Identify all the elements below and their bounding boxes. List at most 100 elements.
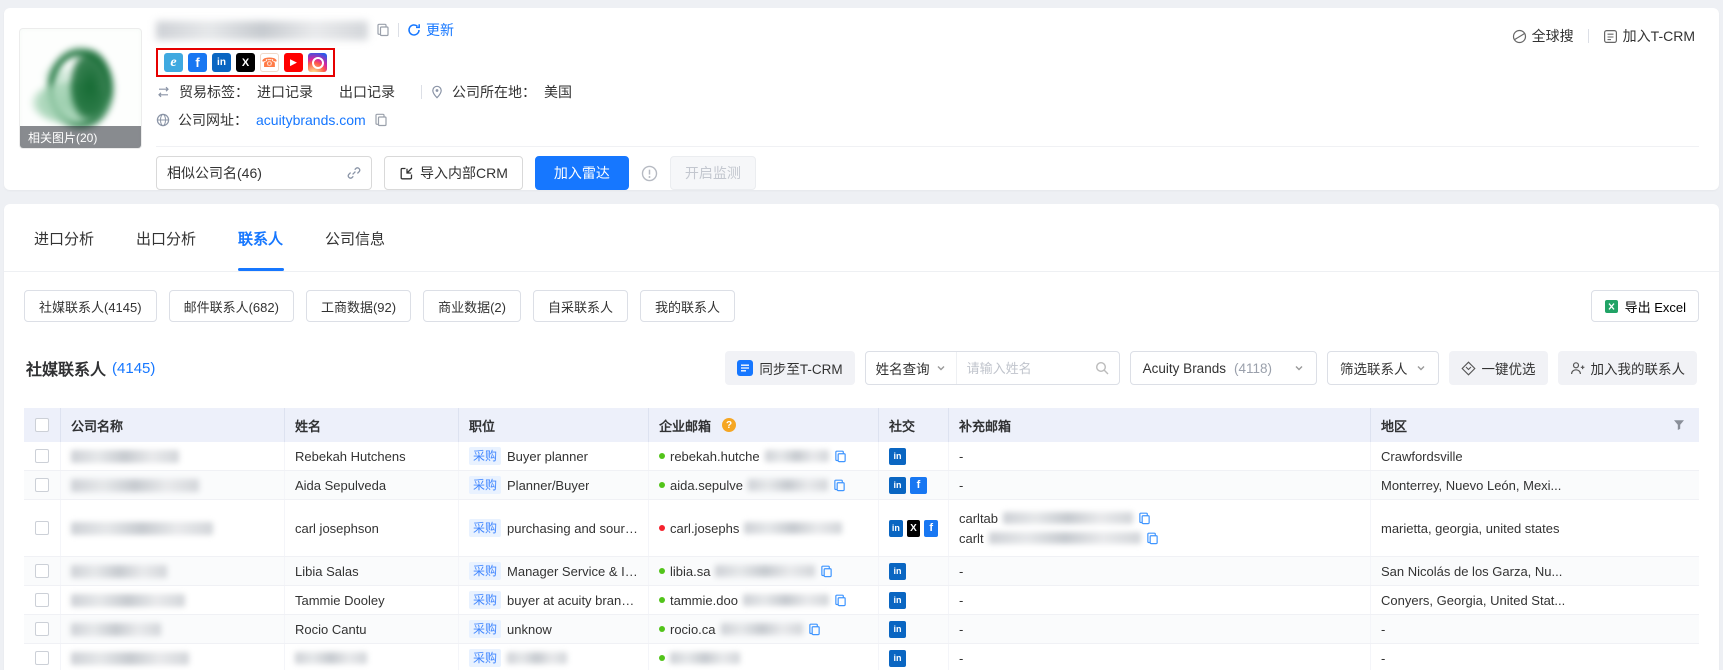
trade-exchange-icon <box>156 86 171 98</box>
row-checkbox[interactable] <box>35 449 49 463</box>
position-title: unknow <box>507 622 552 637</box>
social-links-highlight-box: efin X ☎ ▶ <box>156 48 335 77</box>
company-name-redacted <box>71 652 189 665</box>
column-company: 公司名称 <box>61 408 285 442</box>
subtab-5[interactable]: 我的联系人 <box>640 290 735 322</box>
extra-email-empty: - <box>959 622 963 637</box>
copy-icon[interactable] <box>1146 532 1159 545</box>
sync-tcrm-button[interactable]: 同步至T-CRM <box>725 351 854 385</box>
row-checkbox[interactable] <box>35 478 49 492</box>
update-button[interactable]: 更新 <box>407 20 454 40</box>
search-input[interactable] <box>957 352 1095 384</box>
tab-1[interactable]: 出口分析 <box>136 228 196 271</box>
copy-icon[interactable] <box>1138 512 1151 525</box>
contact-name: Aida Sepulveda <box>295 478 386 493</box>
instagram-icon[interactable] <box>308 53 327 72</box>
region-text: marietta, georgia, united states <box>1381 521 1560 536</box>
trade-tag-export[interactable]: 出口记录 <box>339 82 395 102</box>
subtab-4[interactable]: 自采联系人 <box>533 290 628 322</box>
contacts-panel: 进口分析出口分析联系人公司信息 社媒联系人(4145) 邮件联系人(682) 工商数… <box>4 204 1719 670</box>
facebook-icon[interactable]: f <box>188 53 207 72</box>
facebook-icon[interactable]: f <box>910 477 927 494</box>
linkedin-icon[interactable]: in <box>889 477 906 494</box>
help-icon[interactable]: ? <box>722 418 736 432</box>
email-status-dot <box>659 597 665 603</box>
import-crm-button[interactable]: 导入内部CRM <box>384 156 523 190</box>
company-actions: 相似公司名(46) 导入内部CRM 加入雷达 开启监测 <box>156 156 756 190</box>
subtab-3[interactable]: 商业数据(2) <box>423 290 521 322</box>
trade-tag-import[interactable]: 进口记录 <box>257 82 313 102</box>
row-checkbox[interactable] <box>35 593 49 607</box>
join-tcrm-link[interactable]: 加入T-CRM <box>1603 26 1695 46</box>
tab-3[interactable]: 公司信息 <box>325 228 385 271</box>
subtab-1[interactable]: 邮件联系人(682) <box>169 290 294 322</box>
x-icon[interactable]: X <box>907 520 921 537</box>
tab-0[interactable]: 进口分析 <box>34 228 94 271</box>
optimize-icon <box>1461 361 1476 376</box>
main-tabs: 进口分析出口分析联系人公司信息 <box>4 204 1719 272</box>
email-status-dot <box>659 626 665 632</box>
section-title: 社媒联系人 <box>26 356 106 380</box>
filter-contacts-select[interactable]: 筛选联系人 <box>1327 351 1439 385</box>
add-my-contacts-button[interactable]: 加入我的联系人 <box>1558 351 1698 385</box>
globe-icon <box>156 113 170 127</box>
youtube-icon[interactable]: ▶ <box>284 53 303 72</box>
website-link[interactable]: acuitybrands.com <box>256 112 366 128</box>
email-redacted <box>670 652 740 664</box>
phone-icon[interactable]: ☎ <box>260 53 279 72</box>
internet-explorer-icon[interactable]: e <box>164 53 183 72</box>
one-click-optimize-button[interactable]: 一键优选 <box>1449 351 1548 385</box>
facebook-icon[interactable]: f <box>924 520 938 537</box>
similar-company-select[interactable]: 相似公司名(46) <box>156 156 372 190</box>
row-checkbox[interactable] <box>35 521 49 535</box>
search-icon[interactable] <box>1095 352 1119 384</box>
contact-name: Rocio Cantu <box>295 622 367 637</box>
table-row: Aida Sepulveda采购Planner/Buyeraida.sepulv… <box>24 471 1699 500</box>
copy-icon[interactable] <box>820 565 833 578</box>
company-logo[interactable]: 相关图片(20) <box>19 28 142 149</box>
copy-icon[interactable] <box>834 594 847 607</box>
extra-email-empty: - <box>959 478 963 493</box>
row-checkbox[interactable] <box>35 564 49 578</box>
export-excel-button[interactable]: 导出 Excel <box>1591 290 1699 322</box>
copy-icon[interactable] <box>834 450 847 463</box>
refresh-icon <box>407 23 421 37</box>
x-twitter-icon[interactable]: X <box>236 53 255 72</box>
company-name-redacted <box>71 594 185 607</box>
global-search-link[interactable]: 全球搜 <box>1512 26 1574 46</box>
copy-icon[interactable] <box>833 479 846 492</box>
copy-icon[interactable] <box>808 623 821 636</box>
global-search-icon <box>1512 29 1527 44</box>
tcrm-icon <box>1603 29 1618 44</box>
linkedin-icon[interactable]: in <box>889 563 906 580</box>
start-monitor-button[interactable]: 开启监测 <box>670 156 756 190</box>
trade-label: 贸易标签： <box>179 82 249 102</box>
tab-2[interactable]: 联系人 <box>238 228 283 271</box>
linkedin-icon[interactable]: in <box>889 592 906 609</box>
query-type-select[interactable]: 姓名查询 <box>866 352 957 384</box>
row-checkbox[interactable] <box>35 651 49 665</box>
linkedin-icon[interactable]: in <box>889 520 903 537</box>
region-text: San Nicolás de los Garza, Nu... <box>1381 564 1562 579</box>
linkedin-icon[interactable]: in <box>212 53 231 72</box>
row-checkbox[interactable] <box>35 622 49 636</box>
info-icon[interactable] <box>641 165 658 182</box>
linkedin-icon[interactable]: in <box>889 650 906 667</box>
position-badge: 采购 <box>469 591 501 609</box>
company-name-redacted <box>71 479 199 492</box>
email-prefix: rebekah.hutche <box>670 449 760 464</box>
add-radar-button[interactable]: 加入雷达 <box>535 156 629 190</box>
linkedin-icon[interactable]: in <box>889 448 906 465</box>
select-all-checkbox[interactable] <box>35 418 49 432</box>
subtab-0[interactable]: 社媒联系人(4145) <box>24 290 157 322</box>
company-filter-select[interactable]: Acuity Brands (4118) <box>1130 351 1317 385</box>
email-redacted <box>715 565 815 577</box>
copy-icon[interactable] <box>376 23 390 37</box>
copy-icon[interactable] <box>374 113 388 127</box>
extra-email-redacted <box>989 532 1141 544</box>
subtab-2[interactable]: 工商数据(92) <box>306 290 411 322</box>
filter-funnel-icon[interactable] <box>1673 419 1689 431</box>
contact-name: Rebekah Hutchens <box>295 449 406 464</box>
contact-source-row: 社媒联系人(4145) 邮件联系人(682) 工商数据(92) 商业数据(2) 自采联系… <box>4 290 1719 322</box>
linkedin-icon[interactable]: in <box>889 621 906 638</box>
